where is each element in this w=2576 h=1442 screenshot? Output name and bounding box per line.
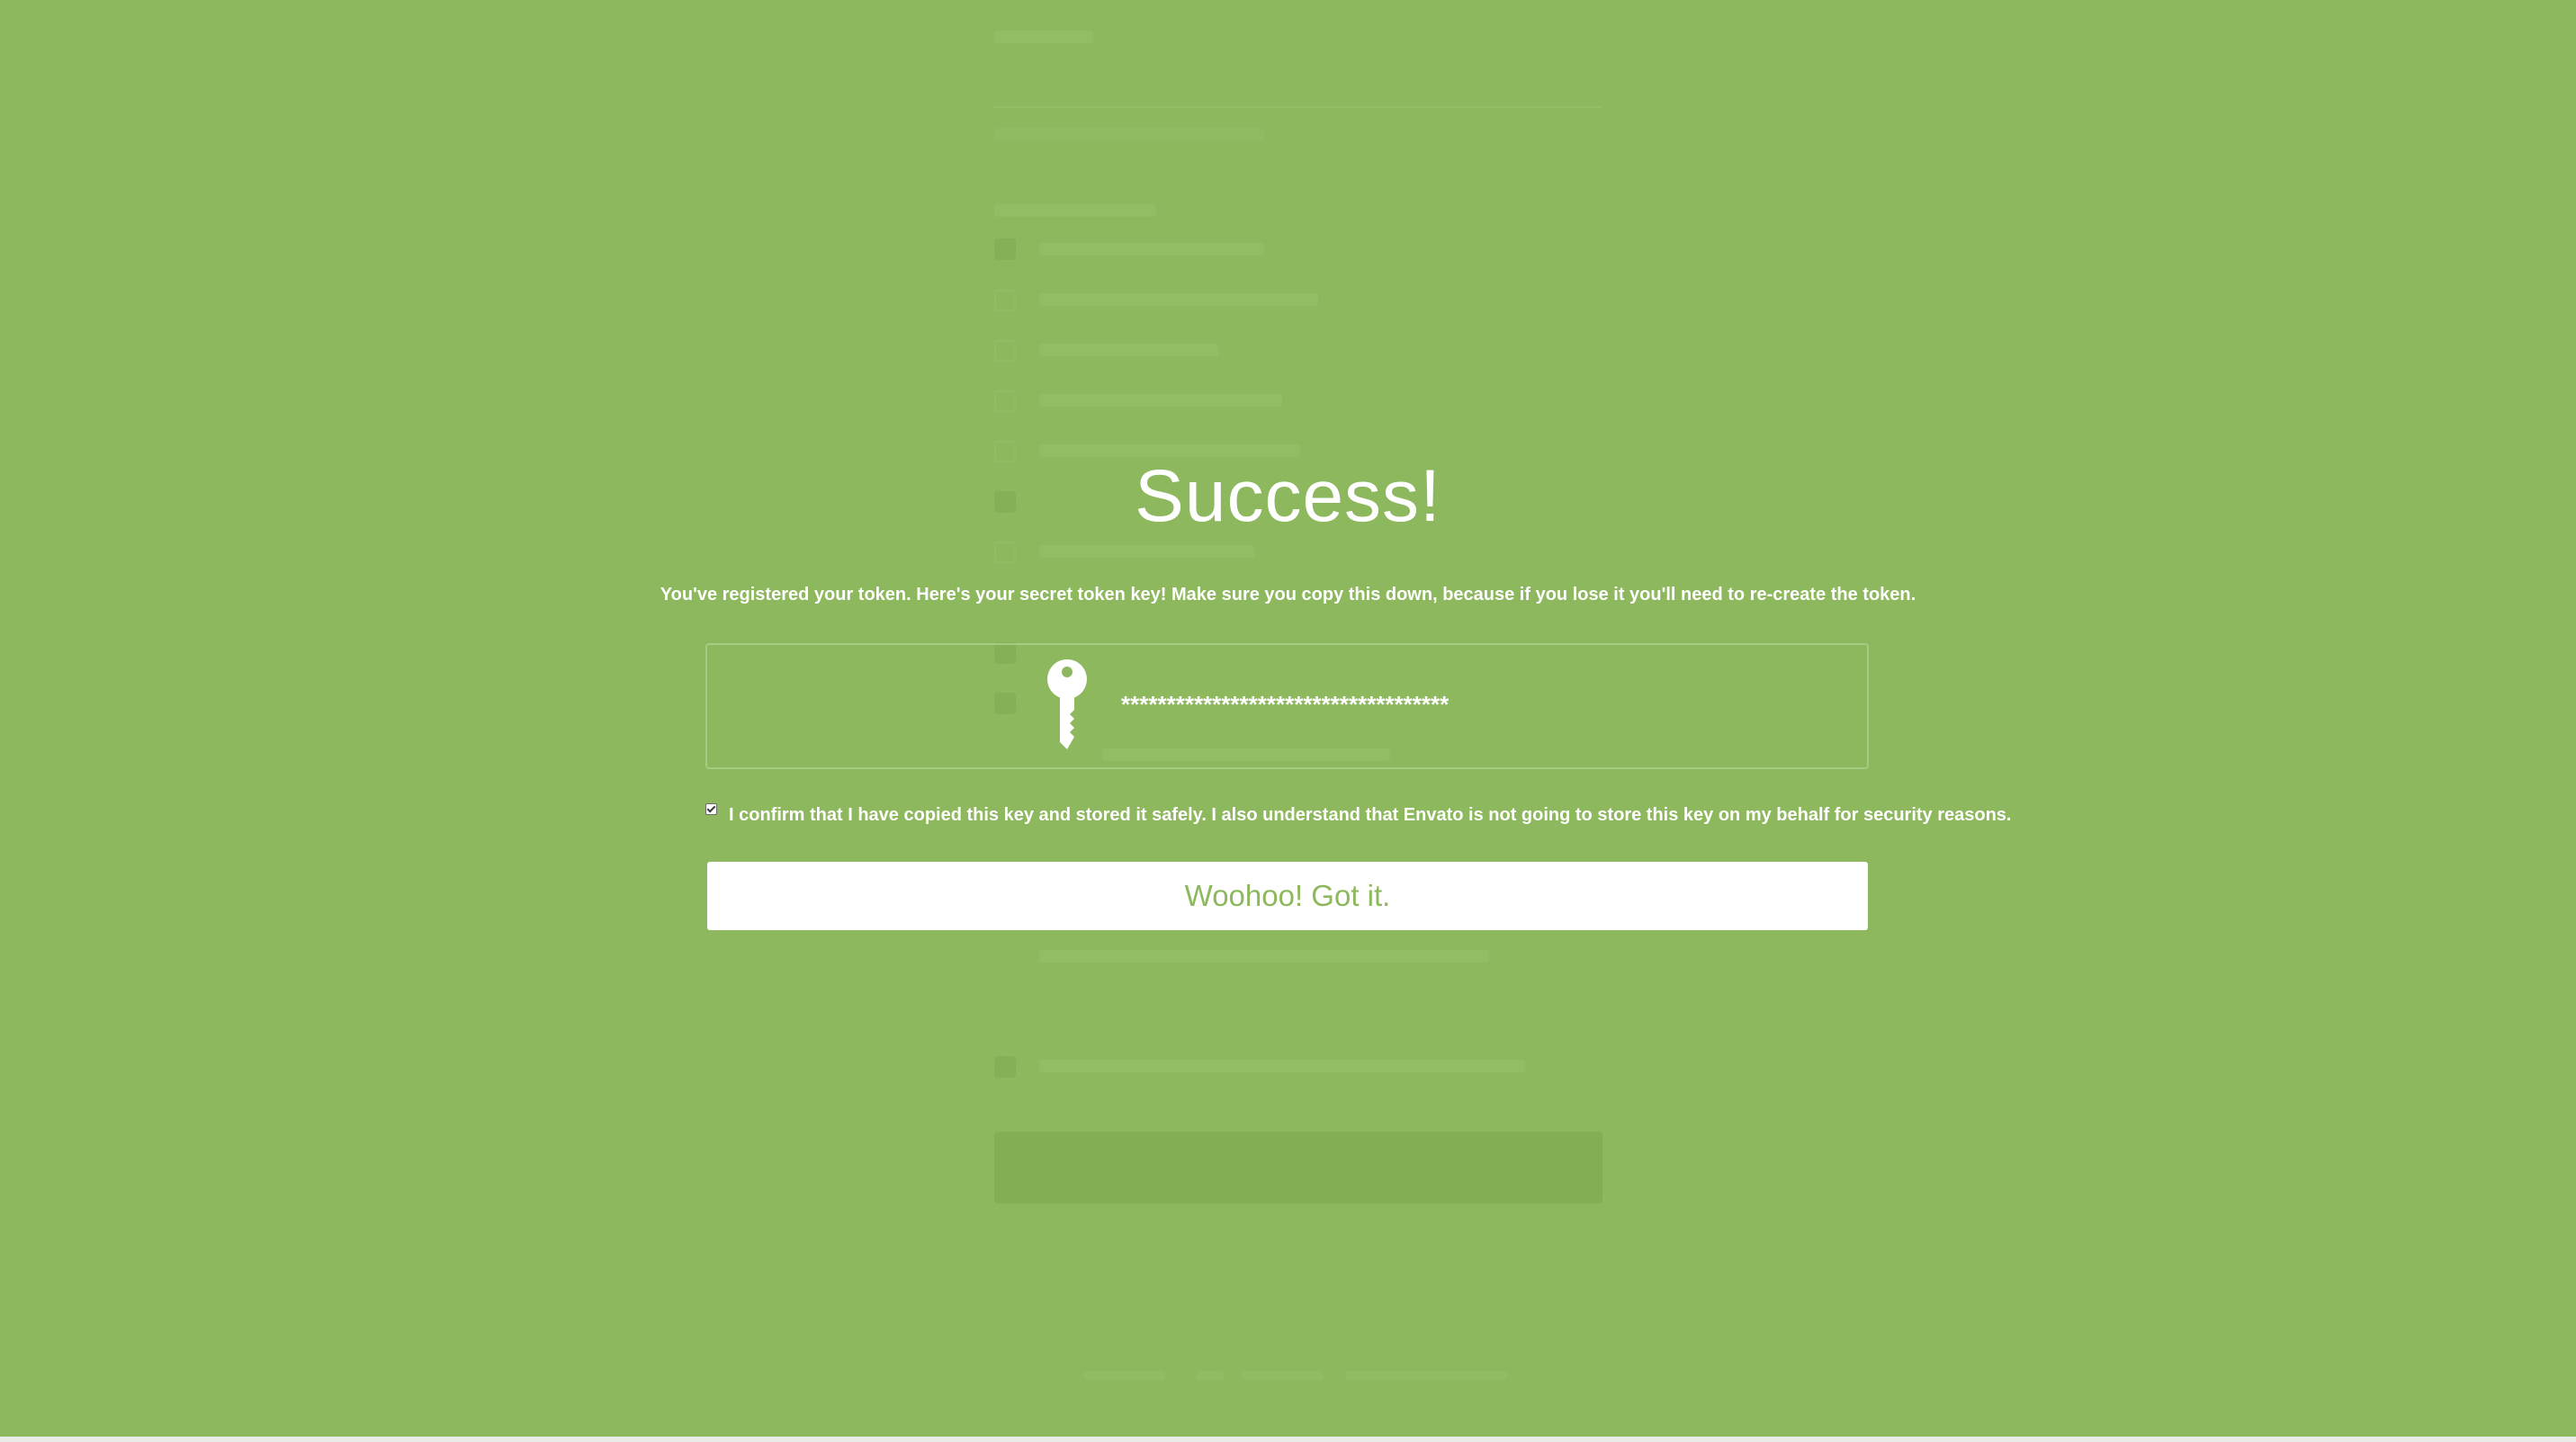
confirm-label[interactable]: I confirm that I have copied this key an… bbox=[729, 805, 2012, 826]
key-icon bbox=[1047, 659, 1087, 749]
token-key-value[interactable]: ************************************ bbox=[1121, 691, 1449, 719]
got-it-button[interactable]: Woohoo! Got it. bbox=[707, 862, 1868, 930]
bottom-strip bbox=[0, 1437, 2576, 1442]
confirm-checkbox[interactable] bbox=[705, 803, 717, 815]
confirm-row[interactable]: I confirm that I have copied this key an… bbox=[705, 802, 2012, 828]
token-success-page: Success! You've registered your token. H… bbox=[0, 0, 2576, 1442]
modal-title: Success! bbox=[1135, 455, 1441, 537]
modal-message: You've registered your token. Here's you… bbox=[660, 585, 1916, 605]
